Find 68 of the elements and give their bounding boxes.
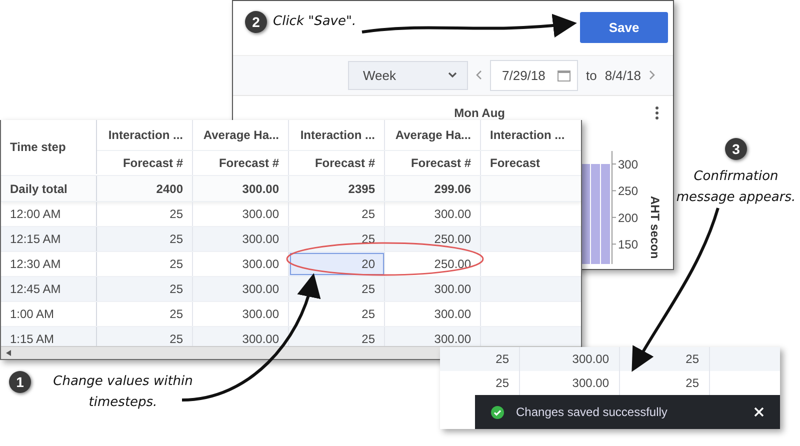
table-cell[interactable]: 300.00 [193,202,289,226]
period-dropdown[interactable]: Week [348,60,468,90]
save-button[interactable]: Save [580,12,668,44]
table-cell[interactable]: 25 [289,277,385,301]
table-cell[interactable]: 300.00 [385,277,481,301]
step-badge: 1 [9,371,31,393]
instruction-text: Confirmation message appears. [675,168,797,207]
instruction-text: Change values within timesteps. [52,373,194,412]
table-cell: 300.00 [193,176,289,201]
column-subheader: Forecast # [97,151,193,175]
tick-label: 200 [618,210,638,225]
table-cell[interactable]: 25 [289,202,385,226]
row-label: Daily total [1,176,97,201]
previous-icon[interactable] [476,70,482,80]
time-cell: 1:00 AM [1,302,97,326]
table-cell: 2400 [97,176,193,201]
end-date: 8/4/18 [604,68,641,83]
time-cell: 12:00 AM [1,202,97,226]
table-cell[interactable]: 25 [97,202,193,226]
column-header: Average Ha... [385,120,481,150]
table-cell: 25 [620,347,710,371]
time-cell: 12:45 AM [1,277,97,301]
to-label: to [586,68,597,83]
column-subheader: Forecast [489,155,542,172]
table-cell[interactable]: 300.00 [193,277,289,301]
column-header: Interaction ... [489,127,566,144]
date-header: Mon Aug [454,106,505,120]
column-header: Time step [1,120,97,174]
table-cell[interactable]: 25 [289,227,385,251]
instruction-text: Click "Save". [273,13,356,31]
calendar-icon[interactable] [557,68,571,82]
table-cell: 25 [440,347,520,371]
table-cell[interactable]: 25 [289,302,385,326]
table-cell[interactable]: 25 [97,252,193,276]
table-cell[interactable]: 300.00 [193,302,289,326]
column-header: Average Ha... [193,120,289,150]
column-header: Interaction ... [289,120,385,150]
column-subheader: Forecast # [289,151,385,175]
table-cell[interactable]: 300.00 [385,202,481,226]
input-field[interactable]: 20 [289,252,385,276]
time-cell: 12:15 AM [1,227,97,251]
table-cell[interactable]: 25 [97,302,193,326]
chevron-down-icon [448,72,457,78]
next-icon[interactable] [649,70,655,80]
table-cell[interactable]: 250.00 [385,252,481,276]
check-circle-icon [491,406,504,418]
table-cell[interactable]: 25 [97,277,193,301]
table-cell: 2395 [289,176,385,201]
close-button[interactable] [752,405,766,419]
step-badge: 3 [725,138,747,160]
toast-message: Changes saved successfully [516,405,668,419]
tick-label: 150 [618,238,638,252]
column-header: Interaction ... [97,120,193,150]
time-cell: 12:30 AM [1,252,97,276]
column-subheader: Forecast # [385,151,481,175]
scroll-left-icon[interactable] [6,350,12,356]
tick-label: 250 [618,184,638,198]
table-cell[interactable]: 300.00 [385,302,481,326]
table-cell[interactable]: 250.00 [385,227,481,251]
axis-label: AHT secon [648,196,662,259]
table-cell: 300.00 [520,347,620,371]
table-cell[interactable]: 25 [97,227,193,251]
table-cell: 299.06 [385,176,481,201]
more-icon[interactable] [655,106,659,120]
start-date-field[interactable]: 7/29/18 [490,60,578,91]
table-cell[interactable]: 300.00 [193,227,289,251]
tick-label: 300 [618,158,638,172]
column-subheader: Forecast # [193,151,289,175]
